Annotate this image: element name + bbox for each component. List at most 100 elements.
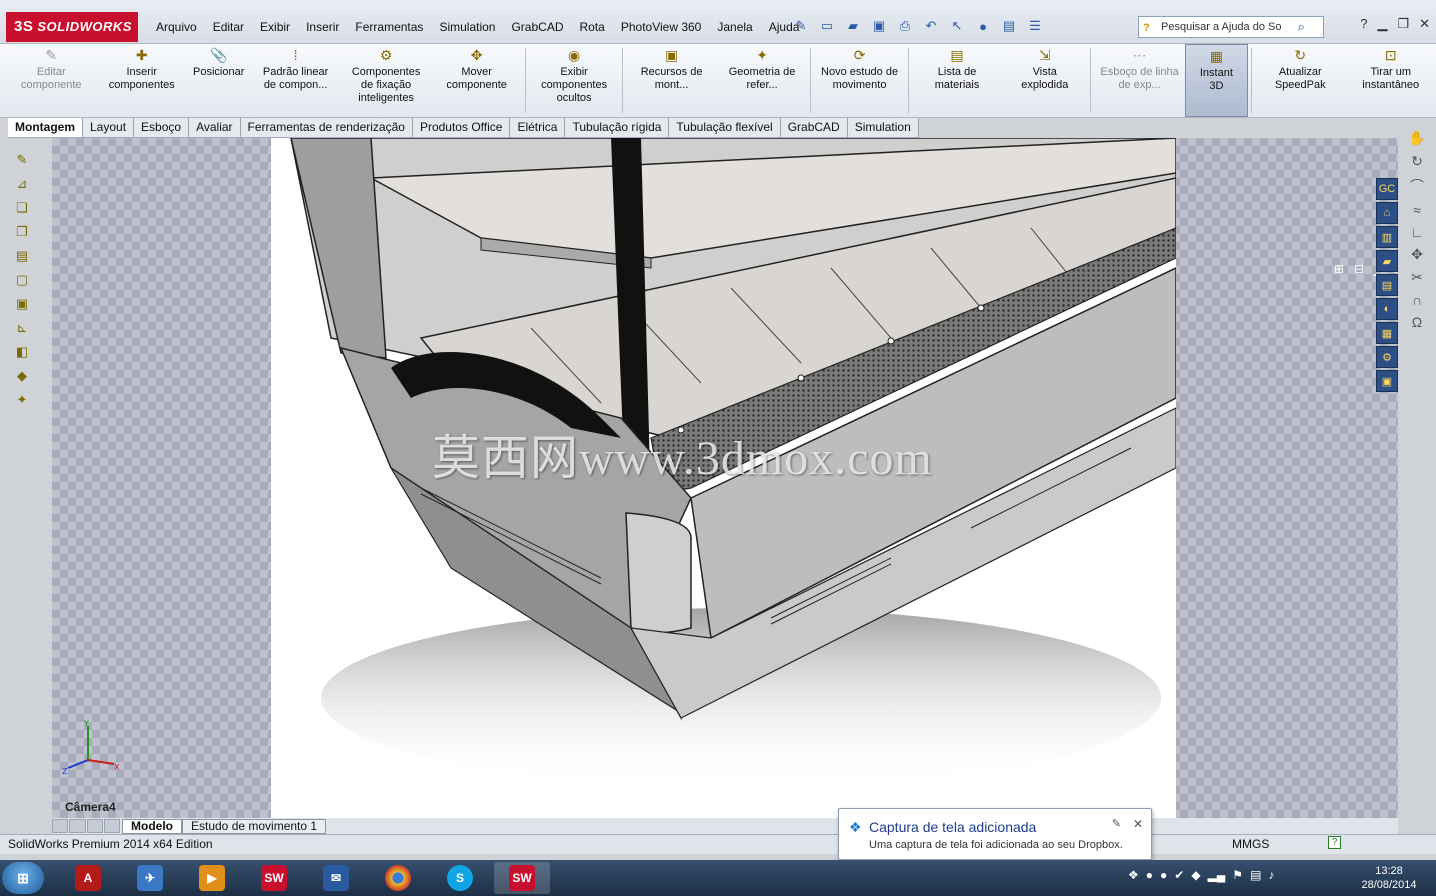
hand-icon[interactable]: ✋ (1402, 130, 1432, 147)
ribbon-button-12[interactable]: ⋯ Esboço de linha de exp... (1094, 44, 1185, 117)
ribbon-button-0[interactable]: ✎ Editar componente (6, 44, 97, 117)
assembly-icon[interactable]: ▣ (12, 294, 32, 314)
save-icon[interactable]: ▣ (868, 16, 890, 36)
dropbox-notification[interactable]: ❖ Captura de tela adicionada Uma captura… (838, 808, 1152, 860)
print-icon[interactable]: ⎙ (894, 16, 916, 36)
angle-icon[interactable]: ∟ (1402, 224, 1432, 240)
ribbon-button-1[interactable]: ✚ Inserir componentes (97, 44, 188, 117)
ribbon-button-2[interactable]: 📎 Posicionar (187, 44, 250, 117)
file-properties-icon[interactable]: ▤ (998, 16, 1020, 36)
design-library-icon[interactable]: ▥ (1376, 226, 1398, 248)
tab-8[interactable]: Tubulação flexível (669, 118, 781, 137)
ribbon-button-9[interactable]: ⟳ Novo estudo de movimento (814, 44, 905, 117)
view-palette-icon[interactable]: ▤ (1376, 274, 1398, 296)
menu-rota[interactable]: Rota (571, 18, 612, 36)
start-button[interactable]: ⊞ (2, 862, 44, 894)
smart-mate-icon[interactable]: ✦ (12, 390, 32, 410)
help-search-input[interactable]: ? Pesquisar a Ajuda do So ⌕ (1138, 16, 1324, 38)
solidworks-logo[interactable]: 3S SOLIDWORKS (6, 12, 138, 42)
ribbon-button-7[interactable]: ▣ Recursos de mont... (626, 44, 717, 117)
menu-editar[interactable]: Editar (205, 18, 252, 36)
pin-icon[interactable]: ✎ (790, 16, 812, 36)
tab-10[interactable]: Simulation (847, 118, 919, 137)
file-explorer-icon[interactable]: ▰ (1376, 250, 1398, 272)
tab-4[interactable]: Ferramentas de renderização (240, 118, 413, 137)
ribbon-button-4[interactable]: ⚙ Componentes de fixação inteligentes (341, 44, 432, 117)
taskbar-thunderbird[interactable]: ✉ (308, 862, 364, 894)
volume-icon[interactable]: ♪ (1268, 868, 1274, 882)
appearances-icon[interactable]: ◐ (1376, 298, 1398, 320)
custom-properties-icon[interactable]: ▦ (1376, 322, 1398, 344)
rebuild-icon[interactable]: ● (972, 16, 994, 36)
tab-modelo[interactable]: Modelo (122, 818, 182, 834)
app-tray-icon-3[interactable]: ✔ (1174, 868, 1184, 882)
feature-icon[interactable]: ◆ (12, 366, 32, 386)
menu-arquivo[interactable]: Arquivo (148, 18, 205, 36)
app-tray-icon-2[interactable]: ● (1160, 868, 1167, 882)
menu-simulation[interactable]: Simulation (431, 18, 503, 36)
menu-inserir[interactable]: Inserir (298, 18, 347, 36)
sketch-icon[interactable]: ✎ (12, 150, 32, 170)
tab-scroll-buttons[interactable] (52, 819, 120, 833)
arc-icon[interactable]: ∩ (1402, 292, 1432, 308)
tab-7[interactable]: Tubulação rígida (565, 118, 670, 137)
tools-icon[interactable]: ⚙ (1376, 346, 1398, 368)
copy-icon[interactable]: ❏ (12, 198, 32, 218)
new-document-icon[interactable]: ▭ (816, 16, 838, 36)
help-menu-icon[interactable]: ? (1360, 16, 1367, 32)
tab-5[interactable]: Produtos Office (412, 118, 511, 137)
tab-2[interactable]: Esboço (134, 118, 190, 137)
ribbon-button-11[interactable]: ⇲ Vista explodida (1002, 44, 1087, 117)
notification-pin-icon[interactable]: ✎ (1112, 817, 1121, 830)
search-icon[interactable]: ⌕ (1298, 17, 1305, 37)
ribbon-button-8[interactable]: ✦ Geometria de refer... (717, 44, 808, 117)
ribbon-button-14[interactable]: ↻ Atualizar SpeedPak (1255, 44, 1346, 117)
ribbon-button-3[interactable]: ⁞ Padrão linear de compon... (250, 44, 341, 117)
curve-icon[interactable]: ⌒ (1402, 176, 1432, 196)
tab-0[interactable]: Montagem (8, 118, 83, 137)
ribbon-button-13[interactable]: ▦ Instant 3D (1184, 44, 1248, 117)
tab-motion-study[interactable]: Estudo de movimento 1 (182, 818, 327, 834)
mass-properties-icon[interactable]: ◧ (12, 342, 32, 362)
dropbox-tray-icon[interactable]: ❖ (1128, 868, 1139, 882)
part-icon[interactable]: ▢ (12, 270, 32, 290)
layer-icon[interactable]: ▤ (12, 246, 32, 266)
tab-3[interactable]: Avaliar (189, 118, 241, 137)
taskbar-media-player[interactable]: ▶ (184, 862, 240, 894)
menu-janela[interactable]: Janela (709, 18, 760, 36)
taskbar-clock[interactable]: 13:28 28/08/2014 (1348, 864, 1430, 892)
menu-photoview[interactable]: PhotoView 360 (613, 18, 710, 36)
network-icon[interactable]: ▤ (1250, 868, 1261, 882)
menu-grabcad[interactable]: GrabCAD (503, 18, 571, 36)
signal-icon[interactable]: ▂▄ (1208, 868, 1226, 882)
forum-icon[interactable]: ▣ (1376, 370, 1398, 392)
measure-icon[interactable]: ⊾ (12, 318, 32, 338)
menu-ferramentas[interactable]: Ferramentas (347, 18, 431, 36)
taskbar-acrobat[interactable]: A (60, 862, 116, 894)
close-icon[interactable]: ✕ (1419, 16, 1430, 32)
minimize-icon[interactable]: ▁ (1377, 16, 1387, 32)
app-tray-icon-1[interactable]: ● (1146, 868, 1153, 882)
link-view-icon[interactable]: ⊟ (1354, 262, 1364, 276)
ribbon-button-5[interactable]: ✥ Mover componente (431, 44, 522, 117)
horseshoe-icon[interactable]: Ω (1402, 314, 1432, 330)
split-view-icon[interactable]: ⊞ (1334, 262, 1344, 276)
tab-6[interactable]: Elétrica (510, 118, 566, 137)
taskbar-skype[interactable]: S (432, 862, 488, 894)
ribbon-button-10[interactable]: ▤ Lista de materiais (912, 44, 1003, 117)
restore-icon[interactable]: ❐ (1397, 16, 1409, 32)
grabcad-icon[interactable]: GC (1376, 178, 1398, 200)
rotate-icon[interactable]: ↻ (1402, 153, 1432, 170)
units-selector[interactable]: MMGS (1232, 835, 1269, 853)
app-tray-icon-4[interactable]: ◆ (1191, 868, 1200, 882)
taskbar-solidworks-1[interactable]: SW (246, 862, 302, 894)
wave-icon[interactable]: ≈ (1402, 202, 1432, 218)
notification-close-icon[interactable]: ✕ (1133, 817, 1143, 831)
open-folder-icon[interactable]: ▰ (842, 16, 864, 36)
scissors-icon[interactable]: ✂ (1402, 269, 1432, 286)
dimension-icon[interactable]: ⊿ (12, 174, 32, 194)
ribbon-button-15[interactable]: ⊡ Tirar um instantâneo (1345, 44, 1436, 117)
status-help-icon[interactable]: ? (1328, 836, 1341, 849)
flag-icon[interactable]: ⚑ (1232, 868, 1243, 882)
tab-1[interactable]: Layout (83, 118, 135, 137)
